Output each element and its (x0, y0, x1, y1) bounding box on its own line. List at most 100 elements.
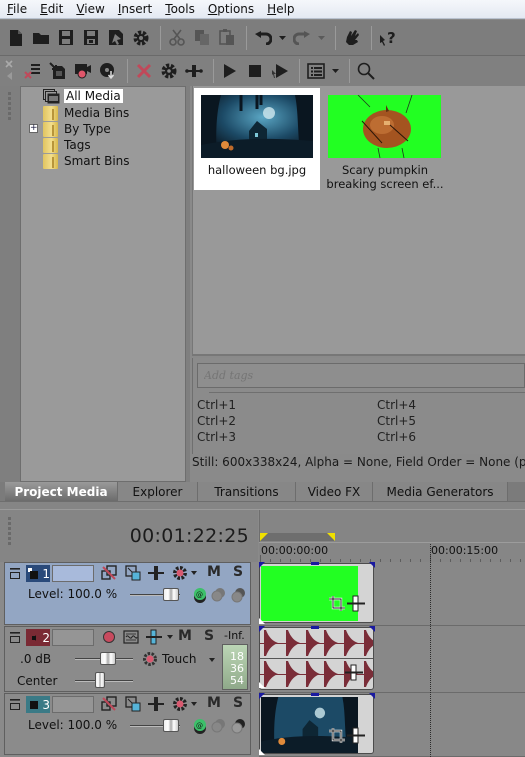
composite-mode-icon[interactable] (101, 696, 117, 712)
tab-transitions[interactable]: Transitions (198, 482, 296, 501)
pan-slider-knob[interactable] (95, 672, 105, 688)
tree-item-all-media[interactable]: All Media (43, 88, 123, 104)
invert-phase-icon[interactable] (123, 629, 139, 645)
tree-item-by-type[interactable]: By Type (43, 121, 111, 137)
paste-icon[interactable] (216, 27, 238, 49)
volume-slider-knob[interactable] (100, 652, 116, 665)
fade-out-handle[interactable] (367, 626, 375, 632)
track-fx-dropdown[interactable] (191, 571, 197, 575)
make-compositing-parent-icon[interactable] (230, 587, 246, 603)
new-file-icon[interactable] (5, 27, 27, 49)
track-header-audio-2[interactable]: 2 M S -Inf. 18 36 54 .0 dB Touch Center (4, 626, 251, 692)
play-icon[interactable] (219, 60, 241, 82)
loop-region[interactable] (260, 533, 334, 541)
automation-mode-label[interactable]: Touch (162, 652, 196, 666)
compositing-mode-icon[interactable]: @ (192, 587, 208, 603)
splitter[interactable] (0, 501, 525, 510)
tag-shortcut[interactable]: Ctrl+2 (197, 414, 236, 428)
clip-fx-icon[interactable] (345, 663, 365, 683)
fade-in-handle[interactable] (259, 693, 267, 699)
tree-item-media-bins[interactable]: Media Bins (43, 105, 129, 121)
menu-help[interactable]: Help (260, 2, 300, 16)
track-name-field[interactable] (52, 565, 94, 582)
track-name-field[interactable] (52, 629, 94, 646)
mute-button[interactable]: M (207, 695, 221, 711)
tag-shortcut[interactable]: Ctrl+6 (377, 430, 416, 444)
tab-video-fx[interactable]: Video FX (296, 482, 373, 501)
redo-history-dropdown[interactable] (316, 27, 326, 49)
whats-this-help-icon[interactable]: ? (377, 27, 399, 49)
track-header-video-1[interactable]: 1 M S Level: 100.0 % @ (4, 562, 251, 625)
capture-video-icon[interactable] (72, 60, 94, 82)
halloween-bg-thumbnail[interactable] (201, 95, 313, 158)
hand-icon[interactable] (341, 27, 363, 49)
level-slider-knob[interactable] (163, 719, 179, 732)
views-icon[interactable] (305, 60, 327, 82)
menu-options[interactable]: Options (201, 2, 260, 16)
cut-icon[interactable] (166, 27, 188, 49)
clip-level-handle[interactable] (311, 625, 319, 631)
import-media-icon[interactable] (47, 60, 69, 82)
clip-edge-marker[interactable] (259, 682, 267, 688)
menu-insert[interactable]: Insert (111, 2, 158, 16)
fade-out-handle[interactable] (367, 562, 375, 568)
fade-in-handle[interactable] (259, 562, 267, 568)
compositing-mode-icon[interactable]: @ (192, 718, 208, 734)
menu-file[interactable]: File (0, 2, 33, 16)
pumpkin-thumbnail[interactable] (328, 95, 441, 158)
track-header-video-3[interactable]: 3 M S Level: 100.0 % @ (4, 693, 251, 755)
auto-preview-icon[interactable] (269, 60, 291, 82)
timeline-grip-handle[interactable] (8, 517, 12, 547)
render-icon[interactable] (105, 27, 127, 49)
track-fx-icon[interactable] (146, 629, 162, 645)
tag-shortcut[interactable]: Ctrl+4 (377, 398, 416, 412)
clip-edge-marker[interactable] (259, 749, 267, 755)
track-number[interactable]: 1 (26, 565, 50, 582)
expand-by-type-button[interactable]: + (29, 124, 38, 133)
automation-mode-dropdown[interactable] (209, 658, 215, 662)
tag-shortcut[interactable]: Ctrl+1 (197, 398, 236, 412)
arm-record-icon[interactable] (101, 629, 117, 645)
tab-project-media[interactable]: Project Media (5, 482, 118, 501)
remove-selected-icon[interactable] (133, 60, 155, 82)
automation-settings-icon[interactable] (142, 651, 158, 667)
menu-edit[interactable]: Edit (33, 2, 69, 16)
parent-composite-icon[interactable] (125, 565, 141, 581)
media-fx-icon[interactable] (158, 60, 180, 82)
track-number[interactable]: 2 (26, 629, 50, 646)
copy-icon[interactable] (191, 27, 213, 49)
clip-edge-marker[interactable] (259, 618, 267, 624)
minimize-track-icon[interactable] (10, 630, 20, 644)
solo-button[interactable]: S (233, 564, 243, 580)
track-fx-dropdown[interactable] (167, 635, 173, 639)
tab-explorer[interactable]: Explorer (118, 482, 198, 501)
level-slider-knob[interactable] (163, 588, 179, 601)
tree-item-smart-bins[interactable]: Smart Bins (43, 153, 130, 169)
undo-history-dropdown[interactable] (277, 27, 287, 49)
fade-in-handle[interactable] (259, 626, 267, 632)
tab-media-generators[interactable]: Media Generators (373, 482, 508, 501)
track-fx-dropdown[interactable] (191, 702, 197, 706)
loop-start-marker[interactable] (260, 533, 268, 541)
clip-pan-crop-icon[interactable] (329, 726, 365, 746)
tag-shortcut[interactable]: Ctrl+5 (377, 414, 416, 428)
make-compositing-child-icon[interactable] (210, 587, 226, 603)
mute-button[interactable]: M (207, 564, 221, 580)
save-icon[interactable] (55, 27, 77, 49)
composite-mode-icon[interactable] (101, 565, 117, 581)
fade-out-handle[interactable] (367, 693, 375, 699)
add-tags-input[interactable] (197, 363, 525, 388)
minimize-track-icon[interactable] (10, 697, 20, 711)
track-motion-icon[interactable] (148, 696, 164, 712)
save-as-icon[interactable] (80, 27, 102, 49)
track-fx-icon[interactable] (172, 696, 188, 712)
menu-tools[interactable]: Tools (158, 2, 201, 16)
dock-grip-handle[interactable] (8, 92, 12, 122)
get-media-from-disc-icon[interactable] (97, 60, 119, 82)
loop-end-marker[interactable] (327, 533, 335, 541)
track-motion-icon[interactable] (148, 565, 164, 581)
window-close-dock-icon[interactable] (4, 59, 18, 83)
search-icon[interactable] (355, 60, 377, 82)
open-folder-icon[interactable] (30, 27, 52, 49)
redo-icon[interactable] (291, 27, 313, 49)
